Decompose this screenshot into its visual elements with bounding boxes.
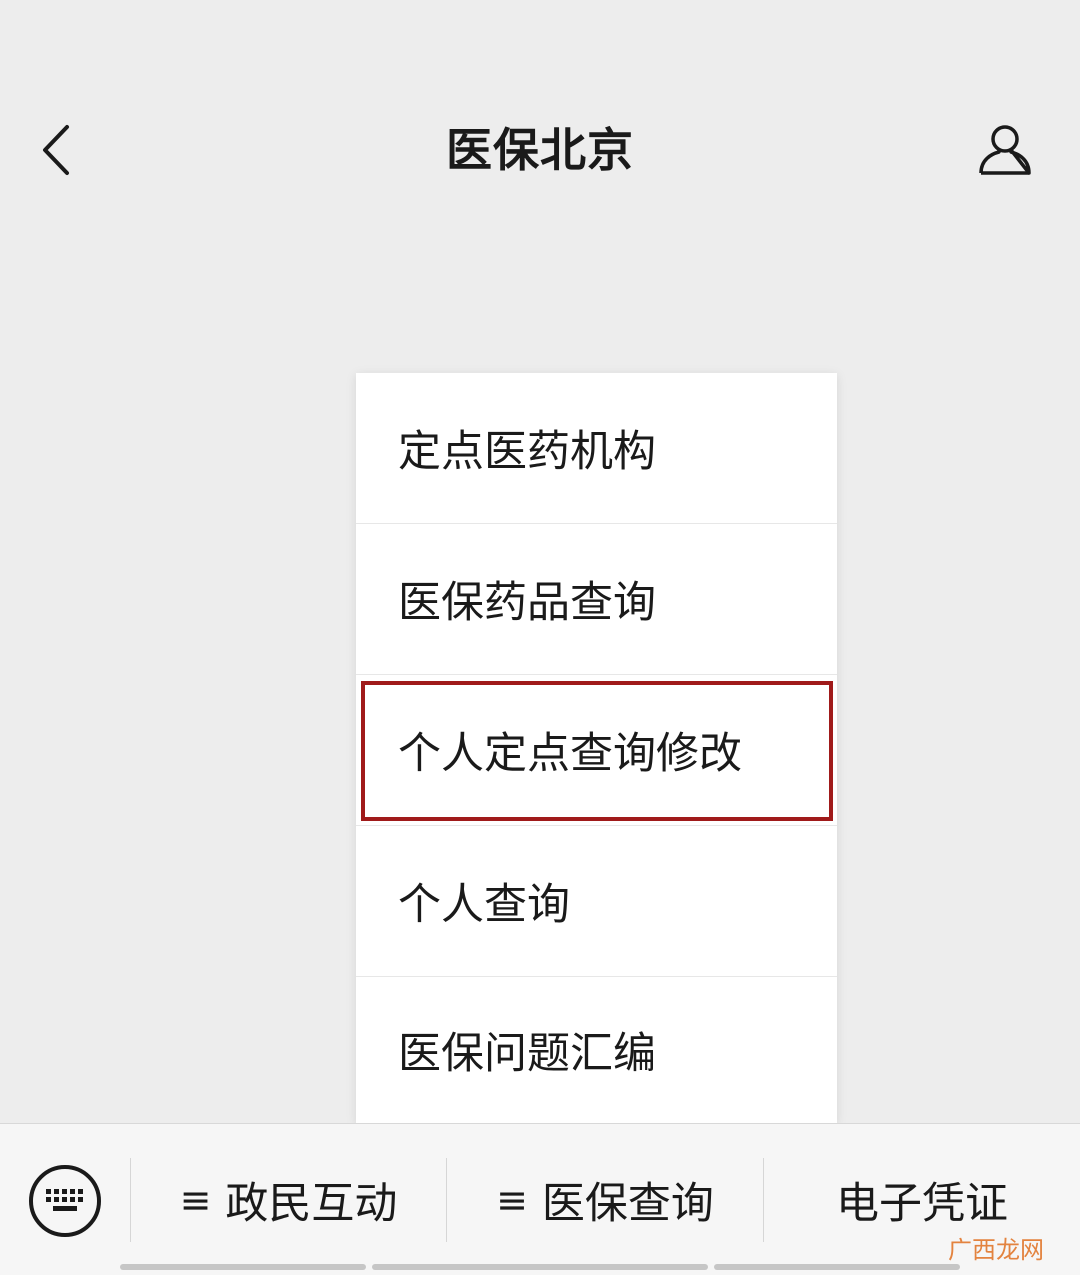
tab-medical-insurance-query[interactable]: ≡ 医保查询 (447, 1156, 763, 1244)
menu-item-label: 个人查询 (398, 880, 570, 930)
menu-item-designated-institutions[interactable]: 定点医药机构 (356, 373, 837, 524)
tab-public-interaction[interactable]: ≡ 政民互动 (131, 1156, 446, 1244)
menu-item-label: 医保药品查询 (398, 578, 656, 628)
keyboard-icon (29, 1165, 101, 1237)
menu-item-personal-query[interactable]: 个人查询 (356, 826, 837, 977)
menu-item-label: 医保问题汇编 (398, 1029, 656, 1079)
top-nav-bar: 医保北京 (0, 0, 1080, 300)
scroll-indicator (372, 1264, 708, 1270)
tab-label: 电子凭证 (836, 1179, 1008, 1229)
watermark-text: 广西龙网 (948, 1236, 1044, 1264)
scroll-indicator (120, 1264, 366, 1270)
menu-item-drug-query[interactable]: 医保药品查询 (356, 524, 837, 675)
tab-label: 政民互动 (225, 1179, 398, 1229)
menu-item-label: 定点医药机构 (398, 427, 656, 477)
bottom-menu-bar: ≡ 政民互动 ≡ 医保查询 电子凭证 (0, 1123, 1080, 1275)
keyboard-toggle-button[interactable] (28, 1164, 102, 1238)
user-icon (979, 125, 1031, 175)
menu-item-faq-compilation[interactable]: 医保问题汇编 (356, 977, 837, 1123)
menu-lines-icon: ≡ (179, 1178, 212, 1222)
scroll-indicator (714, 1264, 960, 1270)
profile-button[interactable] (970, 118, 1040, 182)
popup-menu: 定点医药机构 医保药品查询 个人定点查询修改 个人查询 医保问题汇编 (356, 373, 837, 1123)
tab-label: 医保查询 (541, 1179, 714, 1229)
page-title: 医保北京 (446, 123, 634, 177)
menu-item-label: 个人定点查询修改 (398, 729, 742, 779)
menu-item-personal-designation-modify[interactable]: 个人定点查询修改 (356, 675, 837, 826)
menu-lines-icon: ≡ (496, 1178, 528, 1222)
